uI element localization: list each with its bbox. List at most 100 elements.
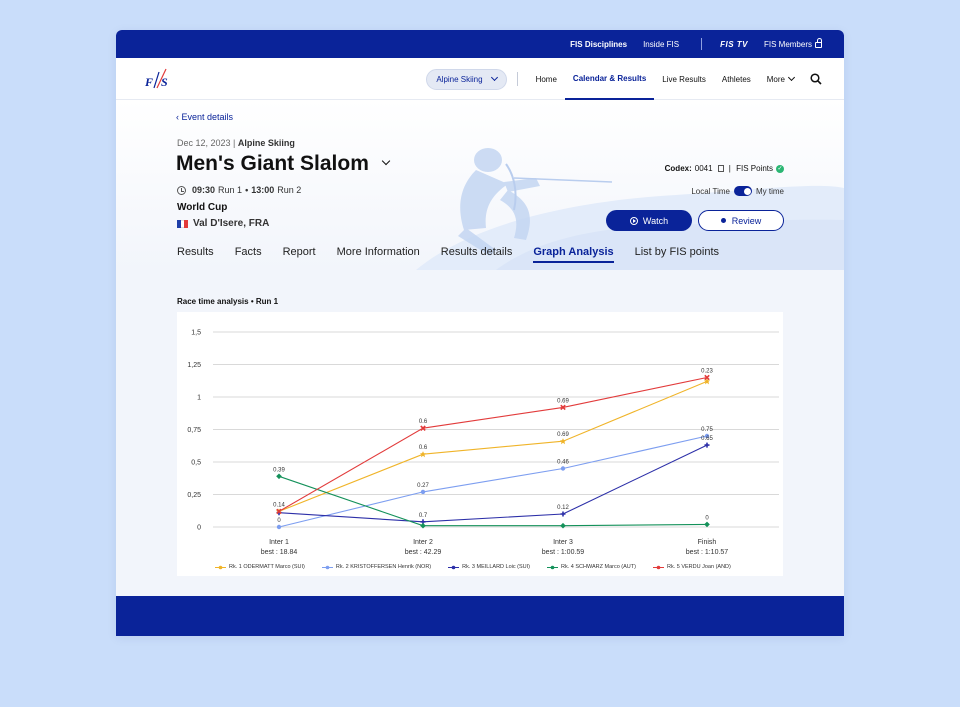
legend-label: Rk. 4 SCHWARZ Marco (AUT) bbox=[561, 564, 636, 570]
page-title: Men's Giant Slalom bbox=[176, 152, 369, 175]
data-point bbox=[560, 522, 566, 529]
copy-icon[interactable] bbox=[717, 165, 724, 172]
run2-label: Run 2 bbox=[277, 185, 302, 195]
codex-value: 0041 bbox=[694, 164, 713, 173]
race-time-chart: 0 0,25 0,5 0,75 1 1,25 1,5 Inter 1 best : 18.84 I… bbox=[177, 312, 783, 576]
legend-label: Rk. 5 VERDU Joan (AND) bbox=[666, 564, 731, 570]
data-point bbox=[420, 489, 426, 495]
tab-more-information[interactable]: More Information bbox=[337, 246, 420, 263]
data-point bbox=[276, 524, 282, 530]
codex-divider: | bbox=[726, 164, 734, 173]
y-tick-label: 1,25 bbox=[187, 362, 201, 369]
x-tick-label: Inter 3 bbox=[553, 539, 573, 546]
main-navbar: F S Alpine Skiing Home Calendar & Result… bbox=[116, 58, 844, 100]
tab-results[interactable]: Results bbox=[177, 246, 214, 263]
data-point bbox=[704, 521, 710, 528]
location-label: Val D'Isere, FRA bbox=[193, 218, 270, 229]
clock-icon bbox=[177, 185, 186, 195]
legend-label: Rk. 3 MEILLARD Loic (SUI) bbox=[462, 564, 530, 570]
tab-facts[interactable]: Facts bbox=[235, 246, 262, 263]
tab-results-details[interactable]: Results details bbox=[441, 246, 513, 263]
topbar-link-inside-fis[interactable]: Inside FIS bbox=[643, 40, 679, 49]
chart-section-title: Race time analysis • Run 1 bbox=[177, 297, 279, 306]
check-icon: ✓ bbox=[776, 164, 784, 173]
chart-legend: Rk. 1 ODERMATT Marco (SUI) Rk. 2 KRISTOFF… bbox=[215, 564, 748, 570]
chart-canvas: 0 0,25 0,5 0,75 1 1,25 1,5 Inter 1 best : 18.84 I… bbox=[187, 330, 779, 556]
fis-tv-link[interactable]: FIS TV bbox=[720, 40, 748, 49]
chevron-down-icon bbox=[787, 73, 796, 81]
y-tick-label: 0,75 bbox=[187, 427, 201, 434]
nav-item-more[interactable]: More bbox=[759, 58, 802, 100]
y-tick-label: 1,5 bbox=[191, 330, 201, 337]
local-time-label: Local Time bbox=[691, 186, 730, 196]
codex-label: Codex: bbox=[664, 164, 692, 173]
legend-dot bbox=[218, 565, 223, 569]
run-times: 09:30 Run 1 • 13:00 Run 2 bbox=[177, 185, 301, 195]
time-zone-toggle-group: Local Time My time bbox=[691, 186, 784, 196]
event-series: World Cup bbox=[177, 202, 228, 213]
watch-button[interactable]: Watch bbox=[606, 210, 692, 231]
data-label: 0.39 bbox=[273, 467, 285, 473]
x-tick-sublabel: best : 1:00.59 bbox=[542, 549, 585, 556]
data-label: 0.7 bbox=[419, 513, 428, 519]
legend-item[interactable]: Rk. 2 KRISTOFFERSEN Henrik (NOR) bbox=[321, 564, 431, 570]
nav-divider bbox=[516, 72, 518, 86]
fis-logo[interactable]: F S bbox=[142, 66, 172, 92]
data-label: 0.46 bbox=[557, 460, 569, 466]
my-time-label: My time bbox=[756, 186, 784, 196]
legend-marker bbox=[215, 565, 226, 569]
series-line bbox=[278, 435, 708, 528]
fis-points-label: FIS Points bbox=[736, 164, 773, 173]
event-title-dropdown[interactable]: Men's Giant Slalom bbox=[176, 152, 391, 176]
svg-text:F: F bbox=[144, 75, 153, 89]
topbar-divider bbox=[701, 38, 703, 50]
fis-members-link[interactable]: FIS Members bbox=[764, 37, 822, 49]
dot-icon bbox=[720, 218, 726, 223]
series-line bbox=[278, 444, 708, 523]
y-tick-label: 0,5 bbox=[191, 460, 201, 467]
browser-frame: FIS Disciplines Inside FIS FIS TV FIS Me… bbox=[116, 30, 844, 636]
top-utility-bar: FIS Disciplines Inside FIS FIS TV FIS Me… bbox=[116, 30, 844, 58]
legend-marker bbox=[321, 565, 333, 569]
event-location: Val D'Isere, FRA bbox=[177, 218, 269, 229]
tab-list-by-fis-points[interactable]: List by FIS points bbox=[635, 246, 719, 263]
event-header: ‹ Event details Dec 12, 2023 | Alpine Sk… bbox=[116, 100, 844, 270]
legend-dot bbox=[656, 565, 661, 569]
data-label: 0.65 bbox=[701, 436, 713, 442]
nav-item-athletes[interactable]: Athletes bbox=[714, 58, 759, 100]
france-flag-icon bbox=[177, 219, 189, 228]
event-discipline: Alpine Skiing bbox=[237, 138, 295, 148]
legend-item[interactable]: Rk. 5 VERDU Joan (AND) bbox=[652, 564, 731, 570]
review-button[interactable]: Review bbox=[698, 210, 784, 231]
x-tick-label: Inter 2 bbox=[413, 539, 433, 546]
legend-marker bbox=[547, 565, 558, 569]
nav-item-calendar-results[interactable]: Calendar & Results bbox=[564, 58, 655, 100]
legend-item[interactable]: Rk. 4 SCHWARZ Marco (AUT) bbox=[547, 564, 636, 570]
time-zone-toggle[interactable] bbox=[734, 186, 752, 196]
legend-dot bbox=[325, 565, 330, 569]
nav-item-live-results[interactable]: Live Results bbox=[654, 58, 714, 100]
event-date: Dec 12, 2023 bbox=[177, 138, 231, 148]
legend-item[interactable]: Rk. 3 MEILLARD Loic (SUI) bbox=[448, 564, 530, 570]
back-to-event-link[interactable]: ‹ Event details bbox=[176, 112, 233, 122]
x-tick-label: Inter 1 bbox=[269, 539, 289, 546]
data-point bbox=[276, 473, 282, 480]
discipline-select[interactable]: Alpine Skiing bbox=[426, 68, 507, 90]
discipline-select-value: Alpine Skiing bbox=[436, 74, 483, 84]
nav-item-home[interactable]: Home bbox=[528, 58, 565, 100]
run1-time: 09:30 bbox=[192, 185, 216, 195]
data-point bbox=[560, 466, 566, 471]
data-point bbox=[420, 522, 426, 529]
tab-report[interactable]: Report bbox=[283, 246, 316, 263]
search-icon[interactable] bbox=[810, 73, 822, 85]
data-point bbox=[704, 442, 710, 448]
legend-item[interactable]: Rk. 1 ODERMATT Marco (SUI) bbox=[215, 564, 305, 570]
series-line bbox=[278, 376, 708, 512]
tab-graph-analysis[interactable]: Graph Analysis bbox=[533, 246, 614, 263]
nav-item-more-label: More bbox=[766, 74, 785, 84]
run2-time: 13:00 bbox=[251, 185, 275, 195]
back-label: Event details bbox=[181, 112, 234, 122]
run1-label: Run 1 bbox=[218, 185, 243, 195]
data-label: 0.6 bbox=[419, 419, 428, 425]
topbar-link-disciplines[interactable]: FIS Disciplines bbox=[570, 40, 627, 49]
